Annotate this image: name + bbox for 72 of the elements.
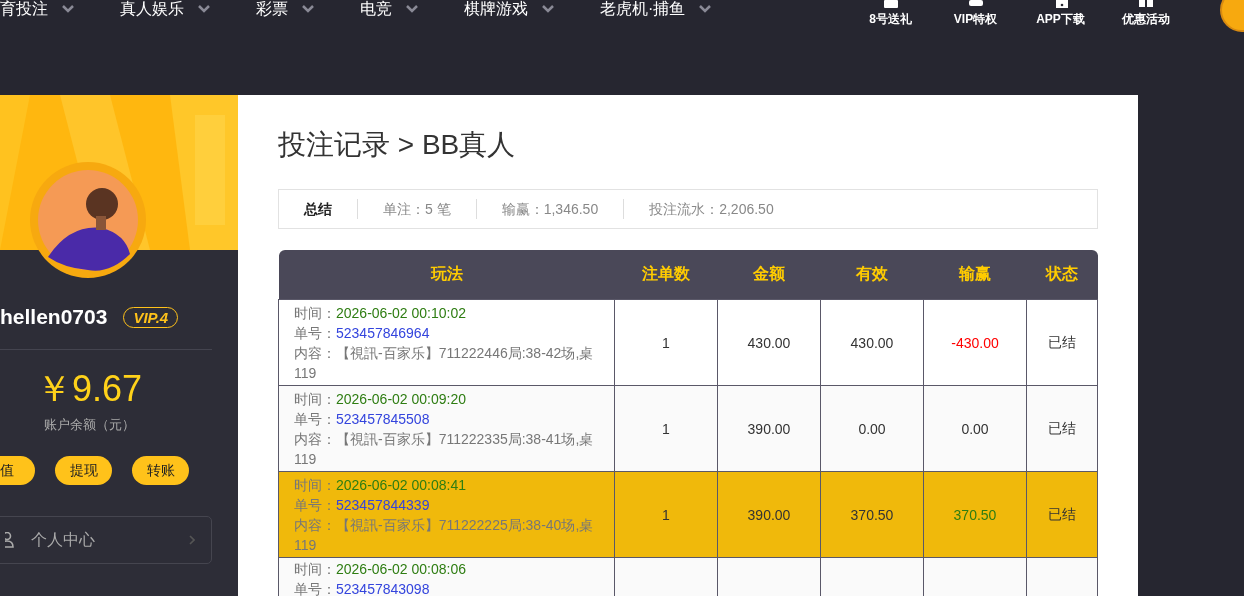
time-label: 时间： bbox=[294, 561, 336, 577]
caret-icon bbox=[699, 5, 712, 13]
nav-menu-item[interactable]: 真人娱乐 bbox=[120, 0, 210, 18]
bet-content: 内容：【視訊-百家乐】711222446局:38-42场,桌119 bbox=[294, 344, 595, 383]
order-number: 523457846964 bbox=[336, 325, 430, 341]
table-cell: 390.00 bbox=[747, 506, 791, 523]
action-button[interactable]: 提现 bbox=[55, 456, 112, 485]
order-number: 523457844339 bbox=[336, 497, 430, 513]
caret-icon bbox=[302, 5, 314, 13]
table-cell: -430.00 bbox=[951, 334, 999, 351]
nav-menu-item[interactable]: 彩票 bbox=[256, 0, 314, 18]
balance-label: 账户余额（元） bbox=[42, 416, 136, 434]
order-number: 523457845508 bbox=[336, 411, 430, 427]
nav-menu-item[interactable]: 棋牌游戏 bbox=[464, 0, 554, 18]
bet-content: 内容：【視訊-百家乐】711222225局:38-40场,桌119 bbox=[294, 516, 595, 555]
caret-icon bbox=[542, 5, 554, 13]
nav-link[interactable]: 优惠活动 bbox=[1121, 12, 1170, 27]
menu-label: 个人中心 bbox=[31, 529, 95, 550]
table-cell: 430.00 bbox=[850, 334, 894, 351]
table-cell: 0.00 bbox=[961, 420, 989, 437]
time-label: 时间： bbox=[294, 391, 336, 407]
column-header: 状态 bbox=[1026, 250, 1098, 300]
action-button[interactable]: 值 bbox=[0, 456, 35, 485]
order-number: 523457843098 bbox=[336, 581, 430, 596]
table-cell: 1 bbox=[662, 506, 670, 523]
table-cell: 已结 bbox=[1048, 419, 1076, 436]
grid-icon[interactable] bbox=[1136, 0, 1155, 8]
column-header: 输赢 bbox=[923, 250, 1027, 300]
page-title: 投注记录 > BB真人 bbox=[278, 128, 517, 162]
nav-link[interactable]: VIP特权 bbox=[953, 12, 998, 27]
caret-icon bbox=[62, 5, 74, 13]
bet-time: 2026-06-02 00:08:41 bbox=[336, 477, 466, 493]
bet-time: 2026-06-02 00:09:20 bbox=[336, 391, 466, 407]
table-cell: 已结 bbox=[1048, 505, 1076, 522]
order-label: 单号： bbox=[294, 581, 336, 596]
order-label: 单号： bbox=[294, 325, 336, 341]
bet-time: 2026-06-02 00:08:06 bbox=[336, 561, 466, 577]
nav-menu-item[interactable]: 老虎机·捕鱼 bbox=[600, 0, 712, 18]
table-cell: 430.00 bbox=[747, 334, 791, 351]
column-header: 注单数 bbox=[614, 250, 718, 300]
user-icon bbox=[5, 532, 15, 548]
menu-item[interactable]: 个人中心 bbox=[0, 516, 212, 564]
bet-time: 2026-06-02 00:10:02 bbox=[336, 305, 466, 321]
nav-menu-item[interactable]: 电竞 bbox=[360, 0, 418, 18]
column-header: 金额 bbox=[717, 250, 821, 300]
summary-stat: 投注流水：2,206.50 bbox=[623, 199, 799, 219]
summary-heading: 总结 bbox=[302, 200, 333, 219]
summary-stat: 单注：5 笔 bbox=[357, 199, 476, 219]
column-header: 玩法 bbox=[278, 250, 615, 300]
table-cell: 1 bbox=[662, 334, 670, 351]
caret-icon bbox=[198, 5, 210, 13]
time-label: 时间： bbox=[294, 305, 336, 321]
table-cell: 已结 bbox=[1048, 333, 1076, 350]
table-cell: 370.50 bbox=[953, 506, 997, 523]
caret-icon bbox=[406, 5, 418, 13]
time-label: 时间： bbox=[294, 477, 336, 493]
order-label: 单号： bbox=[294, 411, 336, 427]
column-header: 有效 bbox=[820, 250, 924, 300]
username: hellen0703 bbox=[0, 305, 108, 329]
table-cell: 370.50 bbox=[850, 506, 894, 523]
nav-link[interactable]: 8号送礼 bbox=[869, 12, 912, 27]
bet-content: 内容：【視訊-百家乐】711222335局:38-41场,桌119 bbox=[294, 430, 595, 469]
nav-link[interactable]: APP下载 bbox=[1036, 12, 1085, 27]
table-cell: 390.00 bbox=[747, 420, 791, 437]
order-label: 单号： bbox=[294, 497, 336, 513]
balance-amount: ￥9.67 bbox=[34, 368, 144, 410]
table-cell: 0.00 bbox=[858, 420, 886, 437]
nav-menu-item[interactable]: 育投注 bbox=[0, 0, 74, 18]
chevron-icon bbox=[189, 535, 195, 545]
action-button[interactable]: 转账 bbox=[132, 456, 189, 485]
table-cell: 1 bbox=[662, 420, 670, 437]
summary-stat: 输赢：1,346.50 bbox=[475, 199, 624, 219]
